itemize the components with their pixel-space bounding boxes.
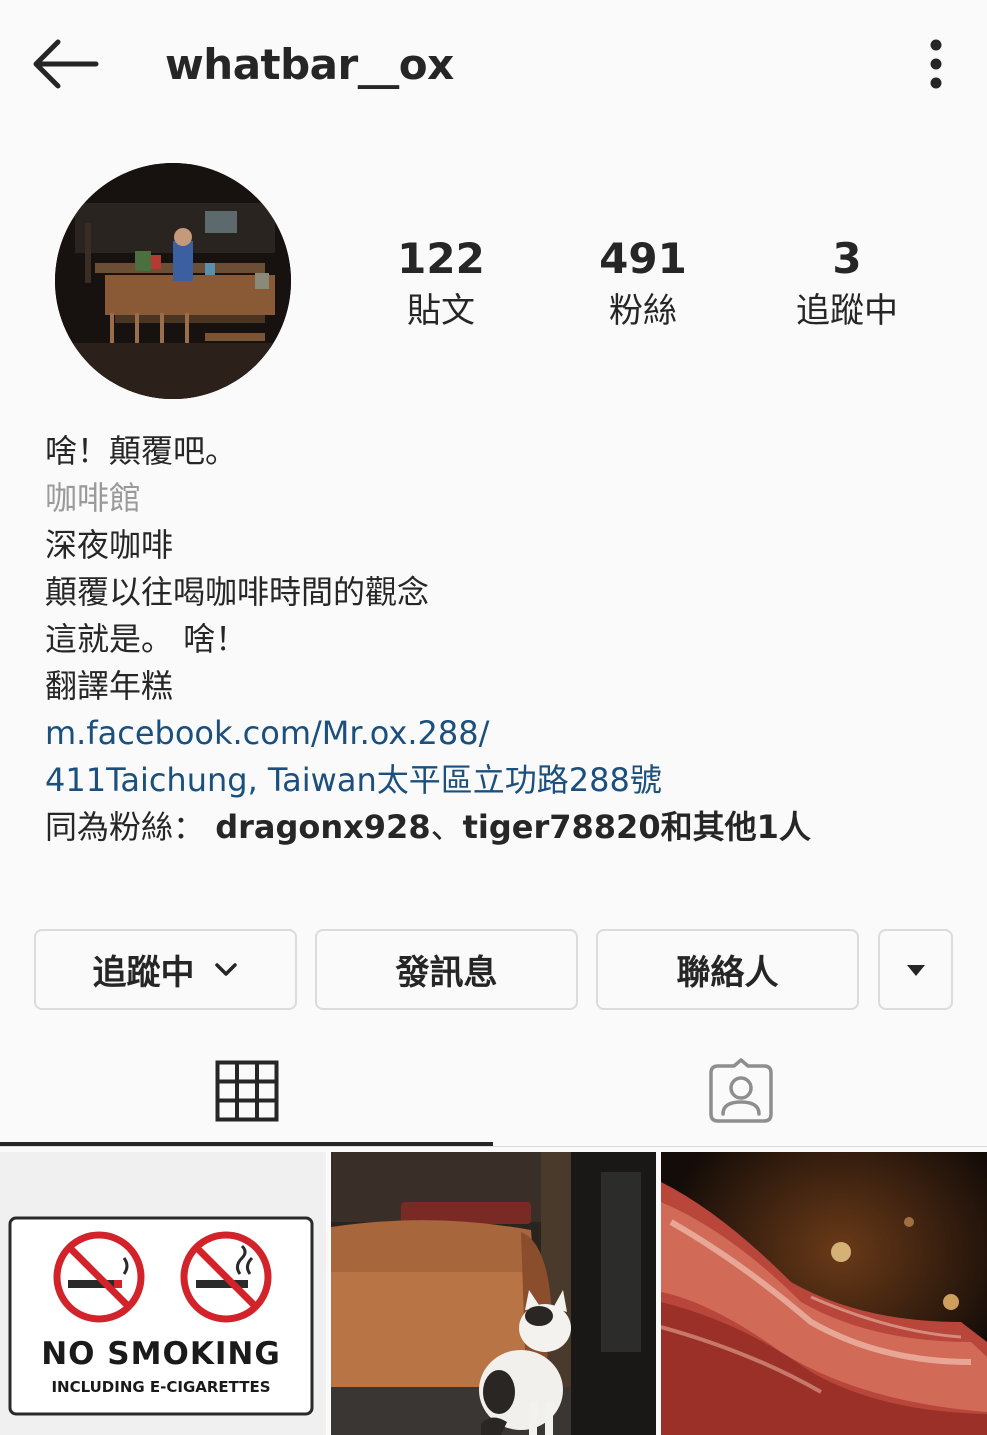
profile-category: 咖啡館 [45,479,142,517]
tab-divider [0,1146,987,1147]
followers-count-label: 粉絲 [609,291,677,331]
mutual-prefix: 同為粉絲： [45,808,206,846]
bio-line: 這就是。 啥！ [45,620,248,658]
posts-count-label: 貼文 [407,291,475,331]
profile-bio: 啥！顛覆吧。 咖啡館 深夜咖啡 顛覆以往喝咖啡時間的觀念 這就是。 啥！ 翻譯年… [45,428,945,851]
active-tab-indicator [0,1142,493,1146]
mutual-followers[interactable]: 同為粉絲： dragonx928、tiger78820和其他1人 [45,804,945,851]
more-options-button[interactable] [915,38,957,90]
following-button-label: 追蹤中 [92,953,195,993]
website-link[interactable]: m.facebook.com/Mr.ox.288/ [45,710,945,757]
message-button-label: 發訊息 [395,953,498,993]
mutual-separator: 、 [430,808,463,846]
followers-count-value: 491 [599,234,687,283]
profile-tabs [0,1035,987,1149]
following-count[interactable]: 3 追蹤中 [757,232,937,336]
bio-line: 顛覆以往喝咖啡時間的觀念 [45,573,430,611]
translate-link[interactable]: 翻譯年糕 [45,663,945,710]
following-count-label: 追蹤中 [796,291,898,331]
chevron-down-icon [214,962,237,976]
post-sign-subtitle: INCLUDING E-CIGARETTES [51,1378,271,1396]
following-button[interactable]: 追蹤中 [34,929,297,1010]
address-link[interactable]: 411Taichung, Taiwan太平區立功路288號 [45,757,945,804]
mutual-user: dragonx928 [215,808,431,846]
posts-grid: NO SMOKING INCLUDING E-CIGARETTES [0,1152,987,1435]
tagged-person-icon [708,1058,773,1123]
tab-posts-grid[interactable] [0,1035,493,1147]
post-thumbnail[interactable] [661,1152,987,1435]
message-button[interactable]: 發訊息 [315,929,578,1010]
profile-username: whatbar__ox [165,40,454,89]
contact-button-label: 聯絡人 [676,953,779,993]
grid-icon [215,1060,278,1122]
no-smoking-icon [53,1231,145,1323]
top-bar: whatbar__ox [0,0,987,130]
back-button[interactable] [28,36,102,92]
bio-line: 深夜咖啡 [45,526,174,564]
no-cigarette-icon [180,1231,272,1323]
suggested-accounts-button[interactable] [878,929,953,1010]
caret-down-icon [906,964,925,976]
contact-button[interactable]: 聯絡人 [596,929,859,1010]
following-count-value: 3 [832,234,862,283]
posts-count[interactable]: 122 貼文 [351,232,531,336]
profile-display-name: 啥！顛覆吧。 [45,432,238,470]
profile-avatar[interactable] [55,163,291,399]
mutual-suffix: 和其他1人 [660,808,811,846]
mutual-user: tiger78820 [462,808,661,846]
tab-tagged[interactable] [494,1035,987,1147]
followers-count[interactable]: 491 粉絲 [553,232,733,336]
post-sign-title: NO SMOKING [41,1336,281,1372]
arrow-left-icon [33,39,99,89]
more-vertical-icon [930,39,942,89]
posts-count-value: 122 [397,234,485,283]
post-thumbnail[interactable]: NO SMOKING INCLUDING E-CIGARETTES [0,1152,326,1435]
post-thumbnail[interactable] [331,1152,656,1435]
